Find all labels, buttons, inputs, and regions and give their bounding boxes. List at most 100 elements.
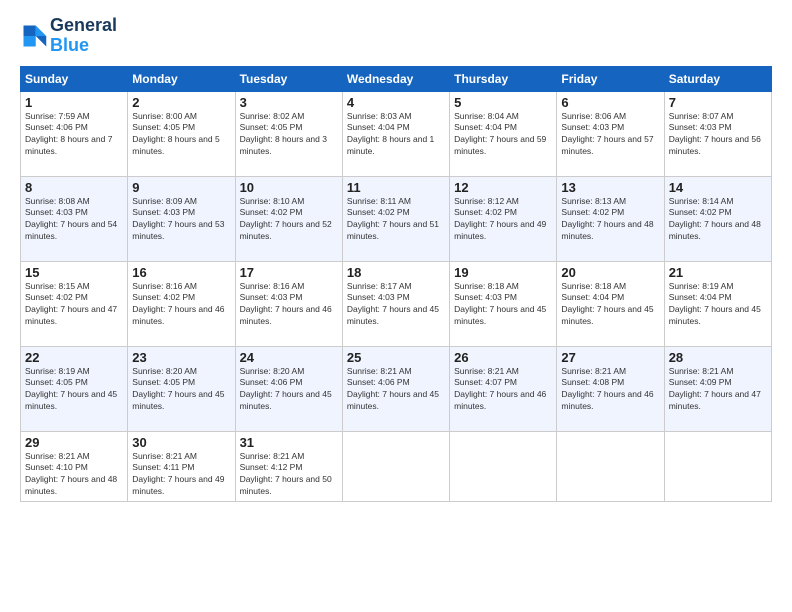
day-info: Sunrise: 8:20 AMSunset: 4:06 PMDaylight:…	[240, 366, 338, 414]
day-number: 10	[240, 180, 338, 195]
calendar-cell: 1Sunrise: 7:59 AMSunset: 4:06 PMDaylight…	[21, 91, 128, 176]
calendar-cell: 27Sunrise: 8:21 AMSunset: 4:08 PMDayligh…	[557, 346, 664, 431]
weekday-header-sunday: Sunday	[21, 66, 128, 91]
logo-blue: Blue	[50, 36, 117, 56]
day-number: 11	[347, 180, 445, 195]
day-info: Sunrise: 8:07 AMSunset: 4:03 PMDaylight:…	[669, 111, 767, 159]
calendar-cell: 20Sunrise: 8:18 AMSunset: 4:04 PMDayligh…	[557, 261, 664, 346]
day-number: 26	[454, 350, 552, 365]
day-info: Sunrise: 8:19 AMSunset: 4:04 PMDaylight:…	[669, 281, 767, 329]
day-number: 15	[25, 265, 123, 280]
calendar-cell: 22Sunrise: 8:19 AMSunset: 4:05 PMDayligh…	[21, 346, 128, 431]
day-info: Sunrise: 8:21 AMSunset: 4:10 PMDaylight:…	[25, 451, 123, 499]
calendar-cell: 29Sunrise: 8:21 AMSunset: 4:10 PMDayligh…	[21, 431, 128, 502]
calendar-cell: 25Sunrise: 8:21 AMSunset: 4:06 PMDayligh…	[342, 346, 449, 431]
day-info: Sunrise: 8:16 AMSunset: 4:03 PMDaylight:…	[240, 281, 338, 329]
calendar-cell: 19Sunrise: 8:18 AMSunset: 4:03 PMDayligh…	[450, 261, 557, 346]
calendar-cell: 30Sunrise: 8:21 AMSunset: 4:11 PMDayligh…	[128, 431, 235, 502]
day-number: 19	[454, 265, 552, 280]
calendar-cell: 26Sunrise: 8:21 AMSunset: 4:07 PMDayligh…	[450, 346, 557, 431]
calendar-cell	[557, 431, 664, 502]
logo-general: General	[50, 16, 117, 36]
calendar-cell	[450, 431, 557, 502]
day-info: Sunrise: 8:04 AMSunset: 4:04 PMDaylight:…	[454, 111, 552, 159]
day-info: Sunrise: 7:59 AMSunset: 4:06 PMDaylight:…	[25, 111, 123, 159]
calendar-cell	[342, 431, 449, 502]
calendar-cell: 8Sunrise: 8:08 AMSunset: 4:03 PMDaylight…	[21, 176, 128, 261]
day-number: 2	[132, 95, 230, 110]
weekday-header-wednesday: Wednesday	[342, 66, 449, 91]
day-info: Sunrise: 8:03 AMSunset: 4:04 PMDaylight:…	[347, 111, 445, 159]
day-info: Sunrise: 8:12 AMSunset: 4:02 PMDaylight:…	[454, 196, 552, 244]
calendar-cell: 16Sunrise: 8:16 AMSunset: 4:02 PMDayligh…	[128, 261, 235, 346]
calendar-cell: 23Sunrise: 8:20 AMSunset: 4:05 PMDayligh…	[128, 346, 235, 431]
day-info: Sunrise: 8:19 AMSunset: 4:05 PMDaylight:…	[25, 366, 123, 414]
day-number: 16	[132, 265, 230, 280]
calendar-cell: 28Sunrise: 8:21 AMSunset: 4:09 PMDayligh…	[664, 346, 771, 431]
calendar-cell: 7Sunrise: 8:07 AMSunset: 4:03 PMDaylight…	[664, 91, 771, 176]
day-info: Sunrise: 8:18 AMSunset: 4:04 PMDaylight:…	[561, 281, 659, 329]
page: General Blue SundayMondayTuesdayWednesda…	[0, 0, 792, 612]
weekday-header-monday: Monday	[128, 66, 235, 91]
day-info: Sunrise: 8:08 AMSunset: 4:03 PMDaylight:…	[25, 196, 123, 244]
day-number: 23	[132, 350, 230, 365]
calendar-cell: 11Sunrise: 8:11 AMSunset: 4:02 PMDayligh…	[342, 176, 449, 261]
calendar-cell: 5Sunrise: 8:04 AMSunset: 4:04 PMDaylight…	[450, 91, 557, 176]
weekday-header-friday: Friday	[557, 66, 664, 91]
day-info: Sunrise: 8:14 AMSunset: 4:02 PMDaylight:…	[669, 196, 767, 244]
day-number: 28	[669, 350, 767, 365]
day-number: 9	[132, 180, 230, 195]
day-number: 8	[25, 180, 123, 195]
day-info: Sunrise: 8:10 AMSunset: 4:02 PMDaylight:…	[240, 196, 338, 244]
day-number: 21	[669, 265, 767, 280]
calendar-cell: 18Sunrise: 8:17 AMSunset: 4:03 PMDayligh…	[342, 261, 449, 346]
day-number: 31	[240, 435, 338, 450]
calendar-cell: 21Sunrise: 8:19 AMSunset: 4:04 PMDayligh…	[664, 261, 771, 346]
day-number: 7	[669, 95, 767, 110]
calendar-cell: 14Sunrise: 8:14 AMSunset: 4:02 PMDayligh…	[664, 176, 771, 261]
day-info: Sunrise: 8:13 AMSunset: 4:02 PMDaylight:…	[561, 196, 659, 244]
calendar-cell: 31Sunrise: 8:21 AMSunset: 4:12 PMDayligh…	[235, 431, 342, 502]
day-info: Sunrise: 8:18 AMSunset: 4:03 PMDaylight:…	[454, 281, 552, 329]
day-info: Sunrise: 8:21 AMSunset: 4:06 PMDaylight:…	[347, 366, 445, 414]
calendar-cell	[664, 431, 771, 502]
calendar-cell: 15Sunrise: 8:15 AMSunset: 4:02 PMDayligh…	[21, 261, 128, 346]
day-info: Sunrise: 8:11 AMSunset: 4:02 PMDaylight:…	[347, 196, 445, 244]
logo-icon	[20, 22, 48, 50]
logo: General Blue	[20, 16, 117, 56]
calendar-cell: 3Sunrise: 8:02 AMSunset: 4:05 PMDaylight…	[235, 91, 342, 176]
header: General Blue	[20, 16, 772, 56]
day-number: 29	[25, 435, 123, 450]
day-number: 30	[132, 435, 230, 450]
day-number: 14	[669, 180, 767, 195]
day-number: 27	[561, 350, 659, 365]
day-info: Sunrise: 8:21 AMSunset: 4:08 PMDaylight:…	[561, 366, 659, 414]
calendar-cell: 13Sunrise: 8:13 AMSunset: 4:02 PMDayligh…	[557, 176, 664, 261]
day-number: 17	[240, 265, 338, 280]
day-number: 25	[347, 350, 445, 365]
day-info: Sunrise: 8:21 AMSunset: 4:11 PMDaylight:…	[132, 451, 230, 499]
calendar-cell: 10Sunrise: 8:10 AMSunset: 4:02 PMDayligh…	[235, 176, 342, 261]
day-number: 3	[240, 95, 338, 110]
weekday-header-saturday: Saturday	[664, 66, 771, 91]
day-number: 22	[25, 350, 123, 365]
day-info: Sunrise: 8:16 AMSunset: 4:02 PMDaylight:…	[132, 281, 230, 329]
day-info: Sunrise: 8:00 AMSunset: 4:05 PMDaylight:…	[132, 111, 230, 159]
day-number: 5	[454, 95, 552, 110]
day-info: Sunrise: 8:02 AMSunset: 4:05 PMDaylight:…	[240, 111, 338, 159]
day-number: 18	[347, 265, 445, 280]
day-info: Sunrise: 8:20 AMSunset: 4:05 PMDaylight:…	[132, 366, 230, 414]
calendar-cell: 2Sunrise: 8:00 AMSunset: 4:05 PMDaylight…	[128, 91, 235, 176]
calendar-cell: 6Sunrise: 8:06 AMSunset: 4:03 PMDaylight…	[557, 91, 664, 176]
day-info: Sunrise: 8:09 AMSunset: 4:03 PMDaylight:…	[132, 196, 230, 244]
calendar-cell: 24Sunrise: 8:20 AMSunset: 4:06 PMDayligh…	[235, 346, 342, 431]
day-info: Sunrise: 8:17 AMSunset: 4:03 PMDaylight:…	[347, 281, 445, 329]
day-number: 12	[454, 180, 552, 195]
day-number: 4	[347, 95, 445, 110]
day-number: 1	[25, 95, 123, 110]
calendar-cell: 4Sunrise: 8:03 AMSunset: 4:04 PMDaylight…	[342, 91, 449, 176]
day-info: Sunrise: 8:21 AMSunset: 4:12 PMDaylight:…	[240, 451, 338, 499]
day-info: Sunrise: 8:21 AMSunset: 4:07 PMDaylight:…	[454, 366, 552, 414]
day-info: Sunrise: 8:15 AMSunset: 4:02 PMDaylight:…	[25, 281, 123, 329]
calendar-table: SundayMondayTuesdayWednesdayThursdayFrid…	[20, 66, 772, 503]
